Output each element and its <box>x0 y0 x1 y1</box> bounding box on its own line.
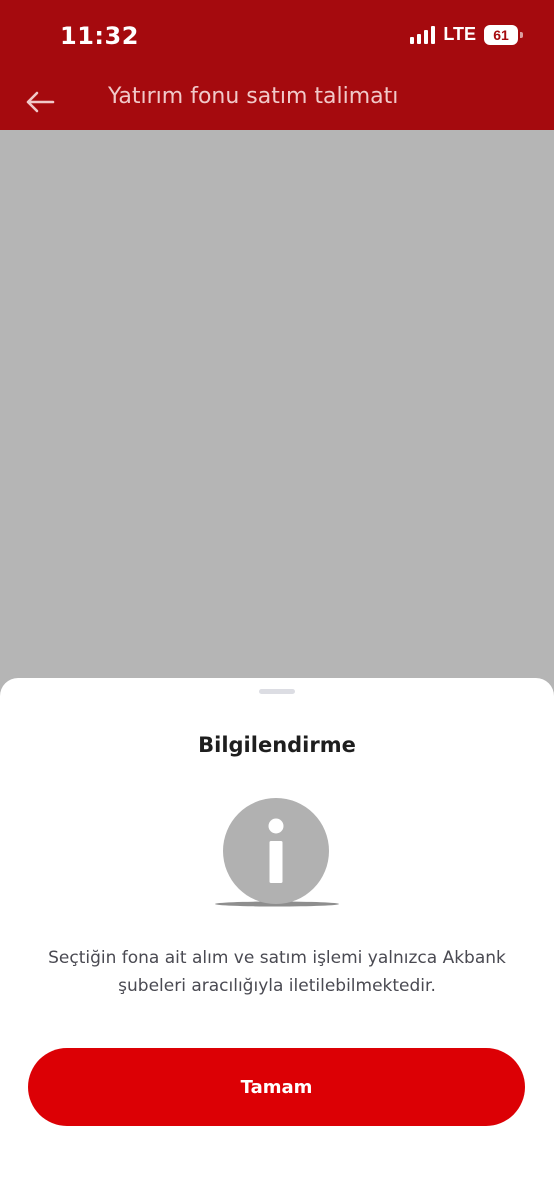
status-indicators: LTE 61 <box>410 24 523 45</box>
status-bar: 11:32 LTE 61 <box>0 0 554 74</box>
page-title: Yatırım fonu satım talimatı <box>108 84 399 109</box>
back-button[interactable] <box>16 80 64 124</box>
signal-icon <box>410 25 436 44</box>
battery-level: 61 <box>493 26 509 43</box>
drag-handle[interactable] <box>259 689 295 694</box>
battery-icon: 61 <box>484 24 523 45</box>
info-bottom-sheet: Bilgilendirme Seçtiğin fona ait alım ve … <box>0 678 554 1199</box>
info-message: Seçtiğin fona ait alım ve satım işlemi y… <box>48 948 506 996</box>
status-time: 11:32 <box>60 22 139 50</box>
network-type: LTE <box>443 24 476 44</box>
sheet-title: Bilgilendirme <box>198 733 356 757</box>
arrow-left-icon <box>26 91 55 113</box>
info-icon <box>215 798 339 907</box>
ok-button[interactable]: Tamam <box>28 1048 525 1126</box>
app-bar: Yatırım fonu satım talimatı <box>0 74 554 130</box>
